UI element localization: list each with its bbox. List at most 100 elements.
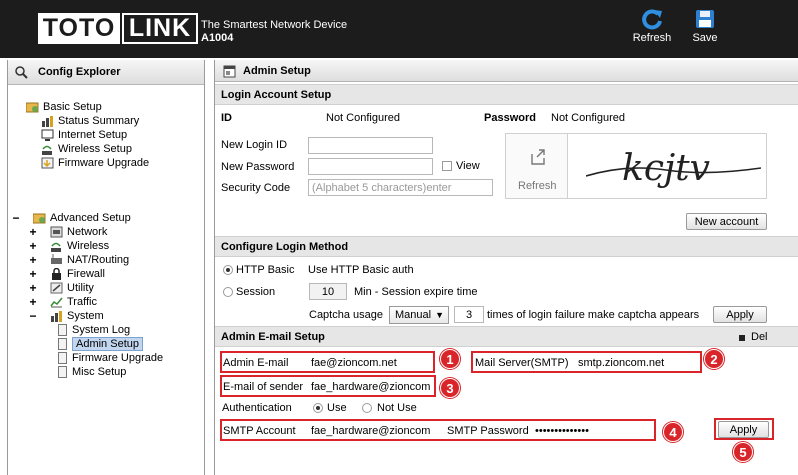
- callout-badge-1: 1: [440, 349, 460, 369]
- expand-toggle[interactable]: +: [28, 267, 38, 281]
- authentication-label: Authentication: [222, 402, 292, 414]
- view-checkbox[interactable]: [442, 161, 452, 171]
- tree-utility[interactable]: + Utility: [29, 281, 94, 295]
- tree-wireless-setup[interactable]: Wireless Setup: [41, 142, 132, 156]
- monitor-icon: [41, 129, 54, 141]
- collapse-toggle[interactable]: −: [28, 309, 38, 323]
- folder-gear-icon: [26, 102, 39, 113]
- totolink-logo: TOTO LINK: [38, 13, 198, 44]
- logo-right: LINK: [122, 13, 198, 44]
- page-icon: [58, 338, 67, 350]
- new-password-input[interactable]: [308, 158, 433, 175]
- tree-item-label: Misc Setup: [72, 366, 127, 378]
- callout-box-1: [220, 351, 435, 373]
- tree-internet-setup[interactable]: Internet Setup: [41, 128, 127, 142]
- tree-item-label-selected: Admin Setup: [72, 337, 143, 351]
- http-basic-radio[interactable]: [223, 265, 233, 275]
- tree-admin-setup[interactable]: Admin Setup: [58, 337, 143, 351]
- tree-network[interactable]: + Network: [29, 225, 107, 239]
- tree-nat-routing[interactable]: + NAT/Routing: [29, 253, 130, 267]
- tree-system[interactable]: − System: [29, 309, 104, 323]
- refresh-label: Refresh: [632, 32, 672, 44]
- captcha-image: kcjtv: [586, 148, 761, 189]
- section-title: Admin E-mail Setup: [221, 331, 325, 343]
- save-label: Save: [692, 32, 718, 44]
- tree-advanced-setup[interactable]: − Advanced Setup: [12, 211, 130, 225]
- captcha-usage-select[interactable]: Manual ▼: [389, 306, 449, 324]
- tree-item-label: System: [67, 310, 104, 322]
- tree-item-label: NAT/Routing: [67, 254, 130, 266]
- session-minutes-input[interactable]: 10: [309, 283, 347, 300]
- login-method-apply-button[interactable]: Apply: [713, 306, 767, 323]
- login-account-section: Login Account Setup: [215, 84, 798, 105]
- tools-icon: [50, 282, 63, 294]
- http-basic-label: HTTP Basic: [236, 264, 295, 276]
- tree-wireless[interactable]: + Wireless: [29, 239, 109, 253]
- config-explorer-title: Config Explorer: [38, 66, 121, 78]
- expand-toggle[interactable]: +: [28, 281, 38, 295]
- logo-left: TOTO: [38, 13, 120, 44]
- callout-badge-3: 3: [440, 378, 460, 398]
- expand-toggle[interactable]: +: [28, 295, 38, 309]
- save-button[interactable]: Save: [680, 8, 730, 44]
- collapse-toggle[interactable]: −: [11, 211, 21, 225]
- session-radio[interactable]: [223, 287, 233, 297]
- section-title: Login Account Setup: [221, 89, 332, 101]
- login-method-section: Configure Login Method: [215, 236, 798, 257]
- firmware-icon: [41, 157, 54, 169]
- tree-status-summary[interactable]: Status Summary: [41, 114, 139, 128]
- tree-firmware-upgrade[interactable]: Firmware Upgrade: [41, 156, 149, 170]
- auth-use-label: Use: [327, 402, 347, 414]
- wireless-icon: [51, 242, 61, 252]
- tree-system-log[interactable]: System Log: [58, 323, 130, 337]
- captcha-desc: times of login failure make captcha appe…: [487, 309, 700, 321]
- system-icon: [51, 311, 62, 322]
- tree-traffic[interactable]: + Traffic: [29, 295, 96, 309]
- save-icon: [696, 10, 714, 28]
- tree-item-label: System Log: [72, 324, 131, 336]
- callout-box-3: [220, 375, 436, 397]
- new-account-button[interactable]: New account: [686, 213, 767, 230]
- captcha-refresh-button[interactable]: Refresh: [506, 134, 568, 198]
- password-value: Not Configured: [551, 112, 625, 124]
- section-title: Configure Login Method: [221, 241, 349, 253]
- expand-toggle[interactable]: +: [28, 239, 38, 253]
- tree-item-label: Internet Setup: [58, 129, 128, 141]
- new-password-label: New Password: [221, 161, 295, 173]
- admin-setup-title: Admin Setup: [243, 65, 311, 77]
- router-icon: [51, 254, 62, 264]
- auth-use-radio[interactable]: [313, 403, 323, 413]
- callout-box-2: [471, 351, 702, 373]
- view-label: View: [456, 160, 480, 172]
- folder-gear-icon: [33, 213, 46, 224]
- auth-not-use-radio[interactable]: [362, 403, 372, 413]
- admin-setup-header: Admin Setup: [215, 60, 798, 82]
- tree-item-label: Utility: [67, 282, 94, 294]
- expand-toggle[interactable]: +: [28, 253, 38, 267]
- auth-not-use-label: Not Use: [377, 402, 417, 414]
- refresh-button[interactable]: Refresh: [627, 8, 677, 44]
- chart-icon: [42, 116, 53, 127]
- tree-firmware-upgrade-adv[interactable]: Firmware Upgrade: [58, 351, 163, 365]
- expand-toggle[interactable]: +: [28, 225, 38, 239]
- wireless-icon: [42, 145, 52, 155]
- page-icon: [58, 352, 67, 364]
- callout-box-4: [220, 419, 656, 441]
- tree-misc-setup[interactable]: Misc Setup: [58, 365, 126, 379]
- captcha-failures-input[interactable]: 3: [454, 306, 484, 323]
- new-login-id-input[interactable]: [308, 137, 433, 154]
- tree-firewall[interactable]: + Firewall: [29, 267, 105, 281]
- password-label: Password: [484, 112, 536, 124]
- delete-link[interactable]: Del: [751, 331, 768, 343]
- tagline: The Smartest Network Device A1004: [201, 19, 347, 45]
- captcha-panel: Refresh kcjtv: [505, 133, 767, 199]
- config-explorer-pane: Config Explorer Basic Setup Status Summa…: [7, 60, 205, 475]
- admin-setup-pane: Admin Setup Login Account Setup ID Not C…: [214, 60, 798, 475]
- tree-item-label: Firewall: [67, 268, 105, 280]
- tree-item-label: Firmware Upgrade: [72, 352, 164, 364]
- captcha-usage-label: Captcha usage: [309, 309, 383, 321]
- tree-basic-setup[interactable]: Basic Setup: [26, 100, 102, 114]
- security-code-input[interactable]: [308, 179, 493, 196]
- delete-bullet-icon: [739, 335, 745, 341]
- config-explorer-header: Config Explorer: [8, 60, 204, 85]
